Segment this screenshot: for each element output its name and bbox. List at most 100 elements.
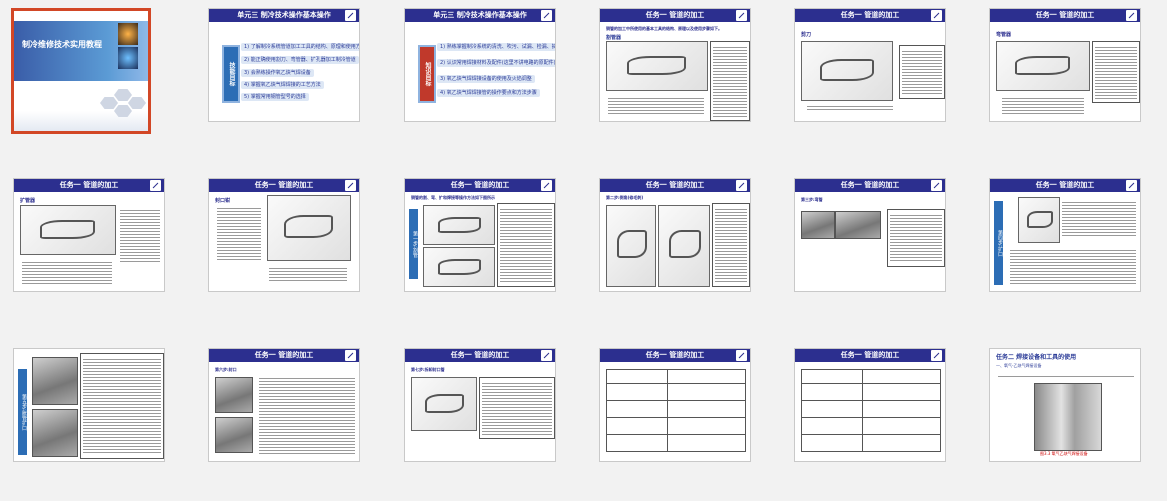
text-box xyxy=(257,373,357,457)
section-label: 第七步:拆卸封口管 xyxy=(411,367,445,372)
slide-thumbnail-1[interactable]: 制冷维修技术实用教程 xyxy=(11,8,151,134)
section-label: 割管器 xyxy=(606,35,622,41)
logo-icon xyxy=(345,180,356,191)
text-box xyxy=(887,209,945,267)
objective-item: 4) 氧乙炔气焊焊接管的操作要点和方法步骤 xyxy=(437,89,540,97)
slide-thumbnail-17[interactable]: 任务一 管道的加工 xyxy=(794,348,946,462)
slide-header: 单元三 制冷技术操作基本操作 xyxy=(405,9,555,22)
slide-header: 任务一 管道的加工 xyxy=(990,9,1140,22)
deburr-drawing xyxy=(658,205,710,287)
slide-header: 任务一 管道的加工 xyxy=(209,179,359,192)
sealing-photo xyxy=(215,377,253,413)
slide-thumbnail-8[interactable]: 任务一 管道的加工 封口钳 xyxy=(208,178,360,292)
welding-equipment-photo xyxy=(1034,383,1102,451)
logo-icon xyxy=(541,10,552,21)
text-box xyxy=(1000,93,1086,117)
slide-thumbnail-12[interactable]: 任务一 管道的加工 第四步:扩口 xyxy=(989,178,1141,292)
bending-photo xyxy=(801,211,835,239)
slide-header: 任务一 管道的加工 xyxy=(795,179,945,192)
objective-item: 2) 认识常用焊接材料及配件(这里不讲电路的原配件),熟悉各种管路 xyxy=(437,59,555,67)
logo-icon xyxy=(345,350,356,361)
logo-icon xyxy=(736,180,747,191)
expander-drawing xyxy=(20,205,116,255)
objective-item: 4) 掌握氧乙炔气焊焊接的工艺方法 xyxy=(241,81,324,89)
slide-thumbnail-18[interactable]: 任务二 焊接设备和工具的使用 一、氧气-乙炔气焊接设备 图3.3 氧气乙炔气焊接… xyxy=(989,348,1141,462)
text-box xyxy=(1092,41,1140,103)
text-box xyxy=(996,371,1136,381)
text-box xyxy=(20,257,114,287)
text-box xyxy=(80,353,164,459)
slide-thumbnail-7[interactable]: 任务一 管道的加工 扩管器 xyxy=(13,178,165,292)
slide-title: 任务二 焊接设备和工具的使用 xyxy=(996,354,1077,361)
objective-item: 1) 了解制冷系统管道加工工具的结构、原理和使用方法 xyxy=(241,43,359,51)
slide-header: 任务一 管道的加工 xyxy=(14,179,164,192)
objective-badge: 知识目标 xyxy=(418,45,436,103)
step-sidebar: 第一步:割管 xyxy=(409,209,418,279)
text-box xyxy=(606,93,706,119)
photo-image xyxy=(118,23,138,45)
logo-icon xyxy=(541,350,552,361)
text-box xyxy=(712,203,750,287)
photo-image xyxy=(118,47,138,69)
bending-photo xyxy=(835,211,881,239)
slide-header: 任务一 管道的加工 xyxy=(405,349,555,362)
slide-header: 任务一 管道的加工 xyxy=(209,349,359,362)
slide-header: 任务一 管道的加工 xyxy=(795,349,945,362)
logo-icon xyxy=(1126,180,1137,191)
deburr-drawing xyxy=(606,205,656,287)
pipe-bender-drawing xyxy=(996,41,1090,91)
scissors-drawing xyxy=(801,41,893,101)
slide-thumbnail-15[interactable]: 任务一 管道的加工 第七步:拆卸封口管 xyxy=(404,348,556,462)
slide-thumbnail-11[interactable]: 任务一 管道的加工 第三步:弯管 xyxy=(794,178,946,292)
slide-thumbnail-9[interactable]: 任务一 管道的加工 铜管的割、弯、扩和焊接等操作方法如下图所示 第一步:割管 xyxy=(404,178,556,292)
expansion-photo xyxy=(32,409,78,457)
hexagon-decoration xyxy=(100,97,118,109)
section-label: 剪刀 xyxy=(801,32,812,38)
section-label: 扩管器 xyxy=(20,198,36,204)
slide-thumbnail-6[interactable]: 任务一 管道的加工 弯管器 xyxy=(989,8,1141,122)
section-label: 第三步:弯管 xyxy=(801,197,823,202)
objective-item: 3) 氧乙炔气焊焊接设备的使用及火焰调整 xyxy=(437,75,535,83)
slide-thumbnail-2[interactable]: 单元三 制冷技术操作基本操作 技能目标 1) 了解制冷系统管道加工工具的结构、原… xyxy=(208,8,360,122)
flaring-drawing xyxy=(1018,197,1060,243)
hexagon-decoration xyxy=(114,89,132,101)
section-label: 弯管器 xyxy=(996,32,1012,38)
objective-item: 5) 掌握常用钢管型号的选择 xyxy=(241,93,309,101)
slide-thumbnail-10[interactable]: 任务一 管道的加工 第二步:倒角(修毛刺) xyxy=(599,178,751,292)
flare-table xyxy=(606,369,746,452)
logo-icon xyxy=(736,10,747,21)
objective-item: 2) 能正确使用割刀、弯管器、扩孔器加工制冷管道 xyxy=(241,56,359,64)
cutting-drawing xyxy=(423,247,495,287)
hexagon-decoration xyxy=(128,97,146,109)
text-box xyxy=(118,205,162,265)
text-box xyxy=(710,41,750,121)
logo-icon xyxy=(150,180,161,191)
logo-icon xyxy=(931,350,942,361)
logo-icon xyxy=(541,180,552,191)
crimping-pliers-drawing xyxy=(267,195,351,261)
objective-item: 3) 会熟练操作氧乙炔气焊设备 xyxy=(241,69,314,77)
slide-thumbnail-3[interactable]: 单元三 制冷技术操作基本操作 知识目标 1) 熟练掌握制冷系统的清洗、吹污、试漏… xyxy=(404,8,556,122)
slide-thumbnail-4[interactable]: 任务一 管道的加工 铜管的加工中所使用的基本工具的结构、原理以及使用步骤如下。 … xyxy=(599,8,751,122)
logo-icon xyxy=(931,180,942,191)
logo-icon xyxy=(1126,10,1137,21)
logo-icon xyxy=(345,10,356,21)
flare-table xyxy=(801,369,941,452)
slide-thumbnail-13[interactable]: 第五步:胀管扩口 xyxy=(13,348,165,462)
text-box xyxy=(267,263,349,285)
section-label: 第六步:封口 xyxy=(215,367,237,372)
slide-thumbnail-16[interactable]: 任务一 管道的加工 xyxy=(599,348,751,462)
slide-header: 任务一 管道的加工 xyxy=(600,9,750,22)
logo-icon xyxy=(736,350,747,361)
section-label: 第二步:倒角(修毛刺) xyxy=(606,195,644,200)
objective-item: 1) 熟练掌握制冷系统的清洗、吹污、试漏、检漏、抽真空、充灌制冷剂的方法,工艺要… xyxy=(437,43,555,51)
cutting-sealed-pipe-drawing xyxy=(411,377,477,431)
slide-thumbnail-14[interactable]: 任务一 管道的加工 第六步:封口 xyxy=(208,348,360,462)
slide-header: 任务一 管道的加工 xyxy=(795,9,945,22)
objective-badge: 技能目标 xyxy=(222,45,240,103)
slide-header: 任务一 管道的加工 xyxy=(405,179,555,192)
text-box xyxy=(1060,197,1138,241)
slide-thumbnail-5[interactable]: 任务一 管道的加工 剪刀 xyxy=(794,8,946,122)
slide-header: 任务一 管道的加工 xyxy=(600,179,750,192)
step-sidebar: 第五步:胀管扩口 xyxy=(18,369,27,455)
